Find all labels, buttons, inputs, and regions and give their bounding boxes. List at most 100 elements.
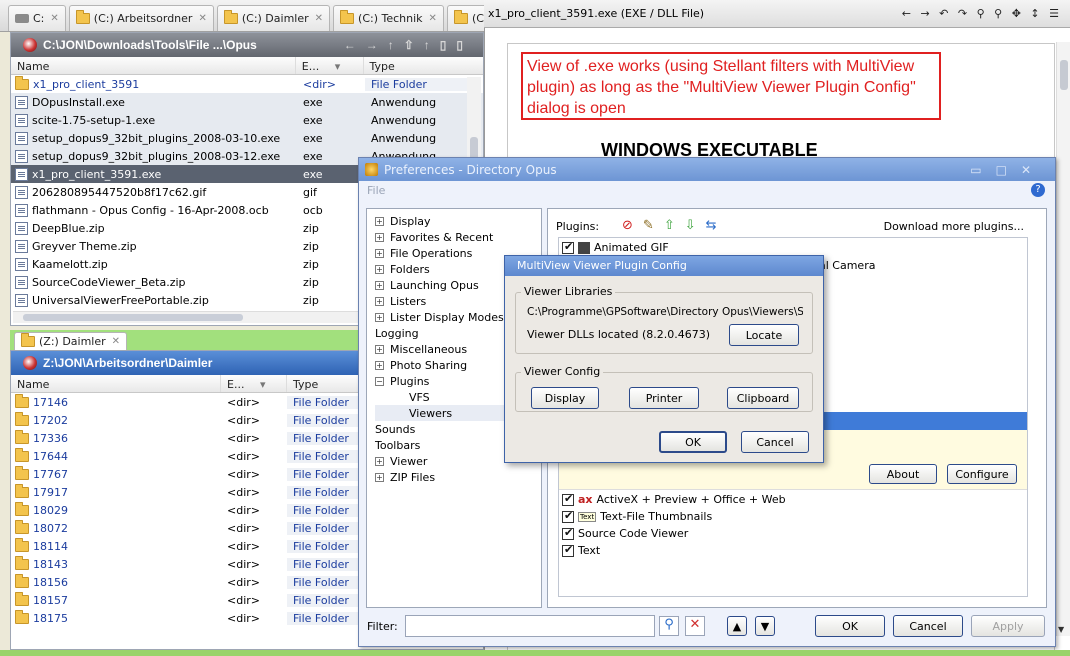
clipboard-button[interactable]: Clipboard	[727, 387, 799, 409]
file-ext: <dir>	[227, 413, 260, 427]
expand-icon[interactable]: +	[375, 216, 384, 226]
tree-item[interactable]: + ZIP Files	[375, 469, 541, 485]
checkbox[interactable]	[562, 492, 574, 506]
plugin-item-camera[interactable]: al Camera	[819, 259, 875, 272]
expand-icon[interactable]: +	[375, 296, 384, 306]
tree-item-label: Lister Display Modes	[390, 310, 504, 324]
exe-icon	[15, 95, 28, 109]
top-pane-column-header: Name E... ▾ Type	[11, 57, 483, 75]
locate-button[interactable]: Locate	[729, 324, 799, 346]
display-button[interactable]: Display	[531, 387, 599, 409]
folder-icon	[15, 429, 29, 444]
plugin-item-text[interactable]: Text	[562, 543, 600, 557]
file-row[interactable]: setup_dopus9_32bit_plugins_2008-03-10.ex…	[11, 129, 483, 147]
file-name: Kaamelott.zip	[32, 257, 108, 271]
close-icon[interactable]: ✕	[112, 336, 120, 347]
remove-icon[interactable]: ⊘	[622, 218, 633, 233]
bottom-pane-path[interactable]: Z:\JON\Arbeitsordner\Daimler	[43, 356, 212, 370]
nav-arrows-icon[interactable]: ←→↑⇧↑▯▯	[344, 38, 473, 52]
move-up-icon[interactable]: ⇧	[664, 218, 675, 233]
folder-icon	[15, 519, 29, 534]
tab-technik[interactable]: (C:) Technik ✕	[333, 5, 444, 31]
file-ext: exe	[303, 131, 323, 145]
file-row[interactable]: DOpusInstall.exe exe Anwendung	[11, 93, 483, 111]
tree-item-label: Launching Opus	[390, 278, 479, 292]
mv-cancel-button[interactable]: Cancel	[741, 431, 809, 453]
expand-icon[interactable]: +	[375, 344, 384, 354]
col-name[interactable]: Name	[11, 375, 221, 392]
edit-icon[interactable]: ✎	[643, 218, 654, 233]
move-down-icon[interactable]: ⇩	[685, 218, 696, 233]
tab-drive-c[interactable]: C: ✕	[8, 5, 66, 31]
activex-icon: ax	[578, 493, 593, 506]
plugin-item-text-thumbnails[interactable]: TextText-File Thumbnails	[562, 509, 712, 523]
file-row[interactable]: x1_pro_client_3591 <dir> File Folder	[11, 75, 483, 93]
about-button[interactable]: About	[869, 464, 937, 484]
menu-file[interactable]: File	[367, 184, 385, 197]
expand-icon[interactable]: +	[375, 472, 384, 482]
checkbox[interactable]	[562, 526, 574, 540]
configure-button[interactable]: Configure	[947, 464, 1017, 484]
expand-icon[interactable]: +	[375, 264, 384, 274]
tab-label: C:	[33, 12, 45, 25]
filter-search-icon[interactable]: ⚲	[659, 616, 679, 636]
annotation-box: View of .exe works (using Stellant filte…	[521, 52, 941, 120]
mv-ok-button[interactable]: OK	[659, 431, 727, 453]
col-ext[interactable]: E... ▾	[296, 57, 364, 74]
lister-icon	[23, 38, 37, 52]
viewer-toolbar[interactable]: ← → ↶ ↷ ⚲ ⚲ ✥ ↕ ☰	[902, 7, 1062, 20]
tab-z-daimler[interactable]: (Z:) Daimler ✕	[14, 332, 128, 350]
printer-button[interactable]: Printer	[629, 387, 699, 409]
tree-item-label: Folders	[390, 262, 430, 276]
tab-daimler[interactable]: (C:) Daimler ✕	[216, 5, 331, 31]
viewer-scrollbar[interactable]: ▼	[1056, 42, 1070, 636]
file-name: x1_pro_client_3591	[33, 77, 140, 91]
close-icon[interactable]: ✕	[315, 13, 323, 24]
file-name: UniversalViewerFreePortable.zip	[32, 293, 209, 307]
plugin-item-animated-gif[interactable]: Animated GIF	[562, 240, 669, 254]
expand-icon[interactable]: +	[375, 456, 384, 466]
tab-arbeitsordner[interactable]: (C:) Arbeitsordner ✕	[68, 5, 214, 31]
text-thumb-icon: Text	[578, 511, 597, 522]
filter-clear-icon[interactable]: ✕	[685, 616, 705, 636]
folder-icon	[15, 573, 29, 588]
col-name[interactable]: Name	[11, 57, 296, 74]
help-icon[interactable]: ?	[1031, 183, 1045, 197]
refresh-icon[interactable]: ⇆	[706, 218, 717, 233]
tree-item-label: Photo Sharing	[390, 358, 468, 372]
download-more-plugins-link[interactable]: Download more plugins...	[884, 220, 1024, 233]
top-pane-path[interactable]: C:\JON\Downloads\Tools\File ...\Opus	[43, 38, 257, 52]
folder-icon	[340, 10, 355, 24]
filter-input[interactable]	[405, 615, 655, 637]
file-ext: <dir>	[227, 557, 260, 571]
plugin-item-source-code[interactable]: Source Code Viewer	[562, 526, 688, 540]
tree-item[interactable]: + Favorites & Recent	[375, 229, 541, 245]
file-type: Anwendung	[371, 131, 437, 145]
collapse-icon[interactable]: −	[375, 376, 384, 386]
plugin-item-activex[interactable]: axActiveX + Preview + Office + Web	[562, 492, 786, 506]
close-icon[interactable]: ✕	[50, 13, 58, 24]
close-icon[interactable]: ✕	[198, 13, 206, 24]
up-arrow-button[interactable]: ▲	[727, 616, 747, 636]
down-arrow-button[interactable]: ▼	[755, 616, 775, 636]
file-row[interactable]: scite-1.75-setup-1.exe exe Anwendung	[11, 111, 483, 129]
expand-icon[interactable]: +	[375, 312, 384, 322]
expand-icon[interactable]: +	[375, 232, 384, 242]
expand-icon[interactable]: +	[375, 248, 384, 258]
cancel-button[interactable]: Cancel	[893, 615, 963, 637]
checkbox[interactable]	[562, 543, 574, 557]
expand-icon[interactable]: +	[375, 280, 384, 290]
folder-icon	[15, 537, 29, 552]
tree-item[interactable]: + Display	[375, 213, 541, 229]
col-type[interactable]: Type	[364, 57, 484, 74]
window-controls[interactable]: ▭□✕	[970, 163, 1045, 177]
apply-button[interactable]: Apply	[971, 615, 1045, 637]
col-ext[interactable]: E... ▾	[221, 375, 287, 392]
checkbox[interactable]	[562, 509, 574, 523]
file-ext: <dir>	[227, 611, 260, 625]
viewer-dlls-status: Viewer DLLs located (8.2.0.4673)	[527, 328, 711, 341]
close-icon[interactable]: ✕	[429, 13, 437, 24]
checkbox[interactable]	[562, 240, 574, 254]
expand-icon[interactable]: +	[375, 360, 384, 370]
ok-button[interactable]: OK	[815, 615, 885, 637]
